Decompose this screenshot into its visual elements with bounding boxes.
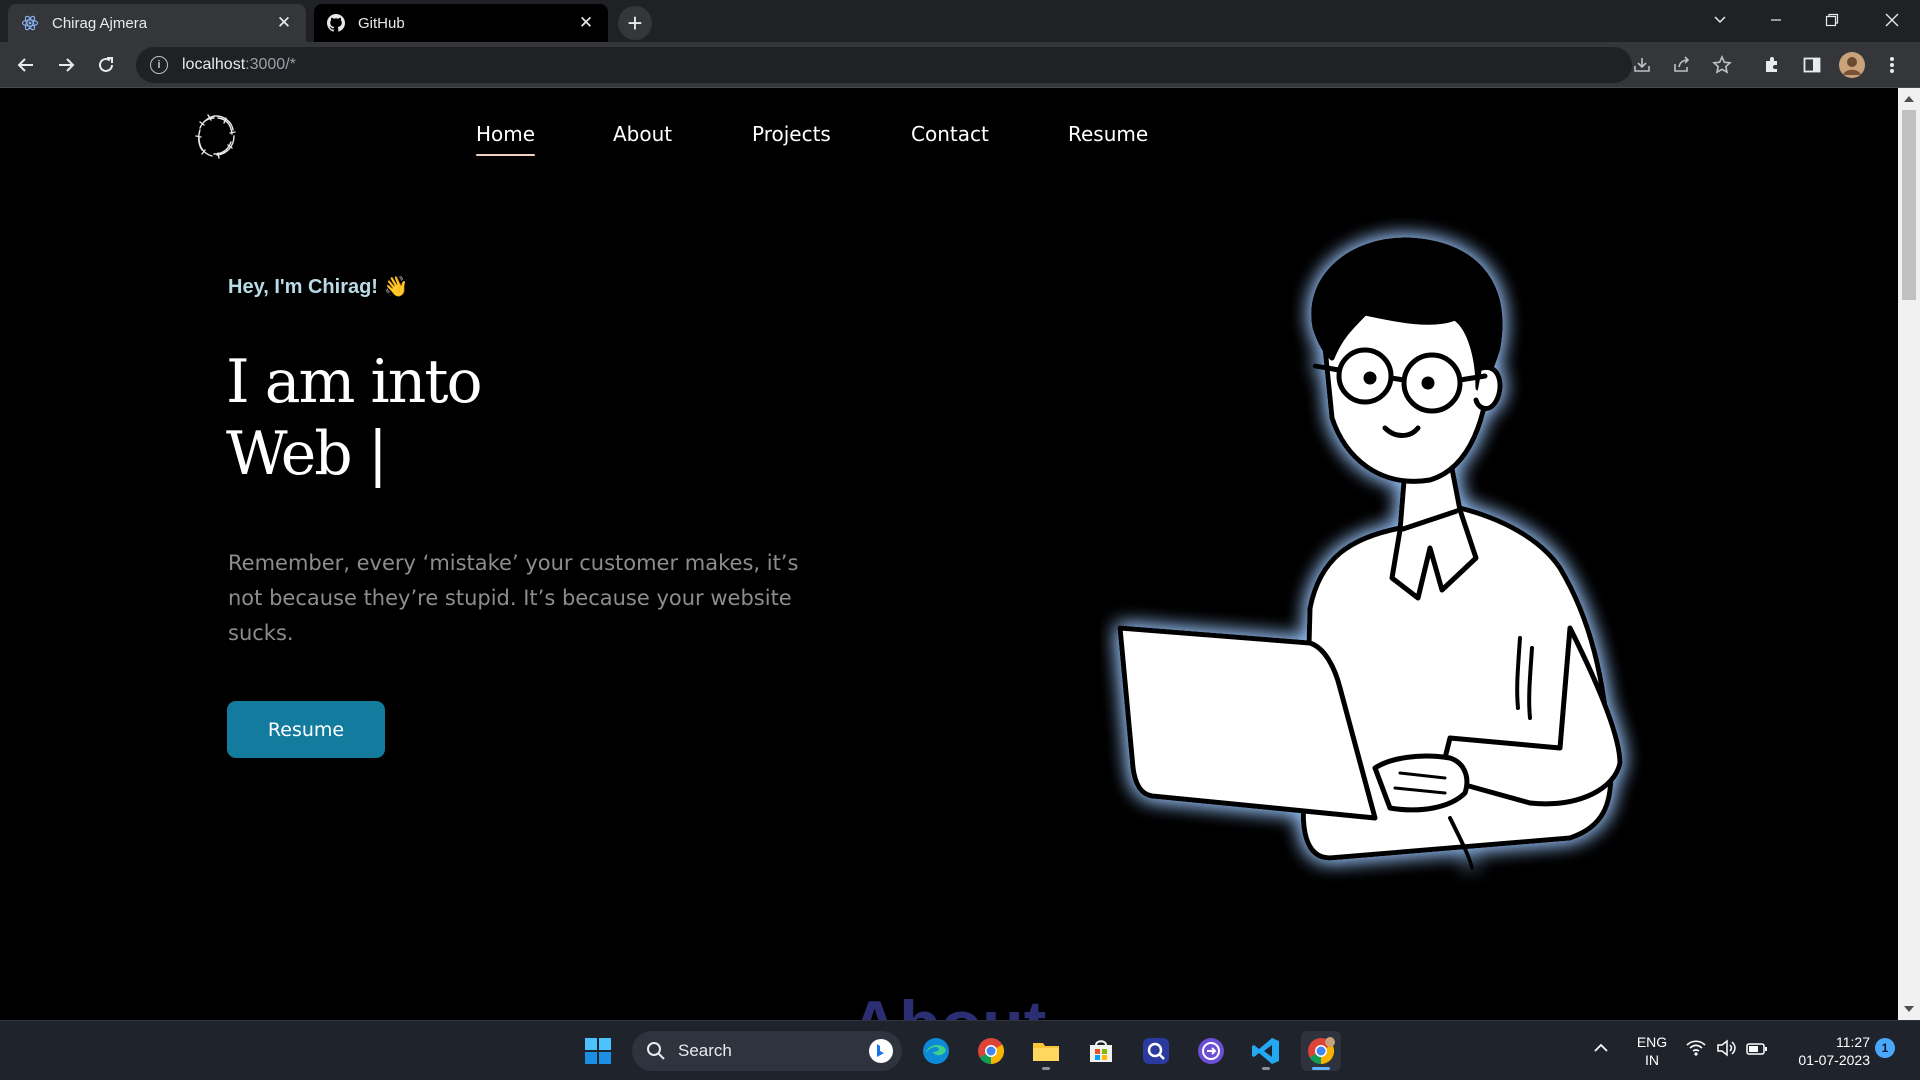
- install-app-icon[interactable]: [1628, 51, 1656, 79]
- nav-contact[interactable]: Contact: [911, 122, 989, 146]
- tab-github[interactable]: GitHub ✕: [314, 4, 608, 42]
- url-path: :3000/*: [245, 56, 296, 73]
- language-code: ENG: [1636, 1034, 1668, 1050]
- battery-icon[interactable]: [1746, 1041, 1768, 1060]
- chrome-profile-icon[interactable]: [1301, 1031, 1341, 1071]
- file-explorer-icon[interactable]: [1026, 1031, 1066, 1071]
- hero-title: I am into Web |: [226, 346, 483, 490]
- chrome-icon[interactable]: [971, 1031, 1011, 1071]
- resume-button[interactable]: Resume: [227, 701, 385, 758]
- notification-badge[interactable]: 1: [1875, 1038, 1895, 1058]
- windows-taskbar: Search ENG IN 11:27 01-07-2023: [0, 1020, 1920, 1080]
- clock-date: 01-07-2023: [1798, 1052, 1870, 1068]
- hero-title-line-1: I am into: [226, 347, 483, 417]
- about-section-heading: About: [850, 986, 1046, 1020]
- forward-arrow-icon[interactable]: [50, 49, 82, 81]
- chevron-up-icon[interactable]: [1592, 1039, 1610, 1061]
- back-arrow-icon[interactable]: [10, 49, 42, 81]
- close-icon[interactable]: ✕: [576, 13, 596, 33]
- reload-icon[interactable]: [90, 49, 122, 81]
- minimize-icon[interactable]: [1748, 0, 1804, 40]
- volume-icon[interactable]: [1716, 1039, 1736, 1061]
- web-page: Home About Projects Contact Resume Hey, …: [0, 88, 1898, 1020]
- site-logo-icon[interactable]: [194, 112, 238, 160]
- close-icon[interactable]: ✕: [274, 13, 294, 33]
- tab-title: Chirag Ajmera: [52, 14, 148, 32]
- taskbar-search[interactable]: Search: [632, 1031, 902, 1071]
- scroll-down-icon[interactable]: [1904, 1006, 1914, 1012]
- side-panel-icon[interactable]: [1798, 51, 1826, 79]
- bing-icon[interactable]: [868, 1038, 894, 1064]
- github-icon: [326, 13, 346, 33]
- arrow-app-icon[interactable]: [1191, 1031, 1231, 1071]
- hero-description: Remember, every ‘mistake’ your customer …: [228, 551, 799, 645]
- nav-projects[interactable]: Projects: [752, 122, 831, 146]
- url-host: localhost: [182, 56, 246, 73]
- profile-avatar[interactable]: [1838, 51, 1866, 79]
- developer-illustration: [1117, 237, 1623, 870]
- tab-chirag-ajmera[interactable]: Chirag Ajmera ✕: [8, 4, 306, 42]
- react-icon: [20, 13, 40, 33]
- vscode-icon[interactable]: [1246, 1031, 1286, 1071]
- scrollbar-thumb[interactable]: [1902, 110, 1916, 300]
- search-icon: [647, 1042, 665, 1060]
- scroll-up-icon[interactable]: [1904, 96, 1914, 102]
- close-window-icon[interactable]: [1864, 0, 1920, 40]
- browser-tab-bar: Chirag Ajmera ✕ GitHub ✕ +: [0, 0, 1920, 42]
- nav-about[interactable]: About: [613, 122, 672, 146]
- browser-toolbar: i localhost:3000/*: [0, 42, 1920, 88]
- restore-icon[interactable]: [1804, 0, 1860, 40]
- edge-icon[interactable]: [916, 1031, 956, 1071]
- tab-title: GitHub: [358, 14, 405, 32]
- hero-title-line-2: Web |: [226, 419, 388, 489]
- nav-resume[interactable]: Resume: [1068, 122, 1148, 146]
- app-search-icon[interactable]: [1136, 1031, 1176, 1071]
- share-icon[interactable]: [1668, 51, 1696, 79]
- hero-greeting: Hey, I'm Chirag! 👋: [228, 276, 409, 298]
- menu-kebab-icon[interactable]: [1878, 51, 1906, 79]
- region-code: IN: [1645, 1052, 1659, 1068]
- clock[interactable]: 11:27 01-07-2023: [1778, 1033, 1870, 1069]
- site-info-icon[interactable]: i: [150, 56, 168, 74]
- microsoft-store-icon[interactable]: [1081, 1031, 1121, 1071]
- windows-start-icon[interactable]: [578, 1031, 618, 1071]
- language-indicator[interactable]: ENG IN: [1624, 1033, 1680, 1069]
- clock-time: 11:27: [1836, 1034, 1870, 1050]
- search-placeholder: Search: [678, 1041, 732, 1060]
- new-tab-button[interactable]: +: [618, 6, 652, 40]
- wifi-icon[interactable]: [1686, 1039, 1706, 1061]
- bookmark-star-icon[interactable]: [1708, 51, 1736, 79]
- tab-search-icon[interactable]: [1692, 0, 1748, 40]
- page-scrollbar[interactable]: [1898, 88, 1920, 1020]
- address-bar[interactable]: i localhost:3000/*: [136, 47, 1632, 83]
- nav-home[interactable]: Home: [476, 122, 536, 156]
- extensions-icon[interactable]: [1758, 51, 1786, 79]
